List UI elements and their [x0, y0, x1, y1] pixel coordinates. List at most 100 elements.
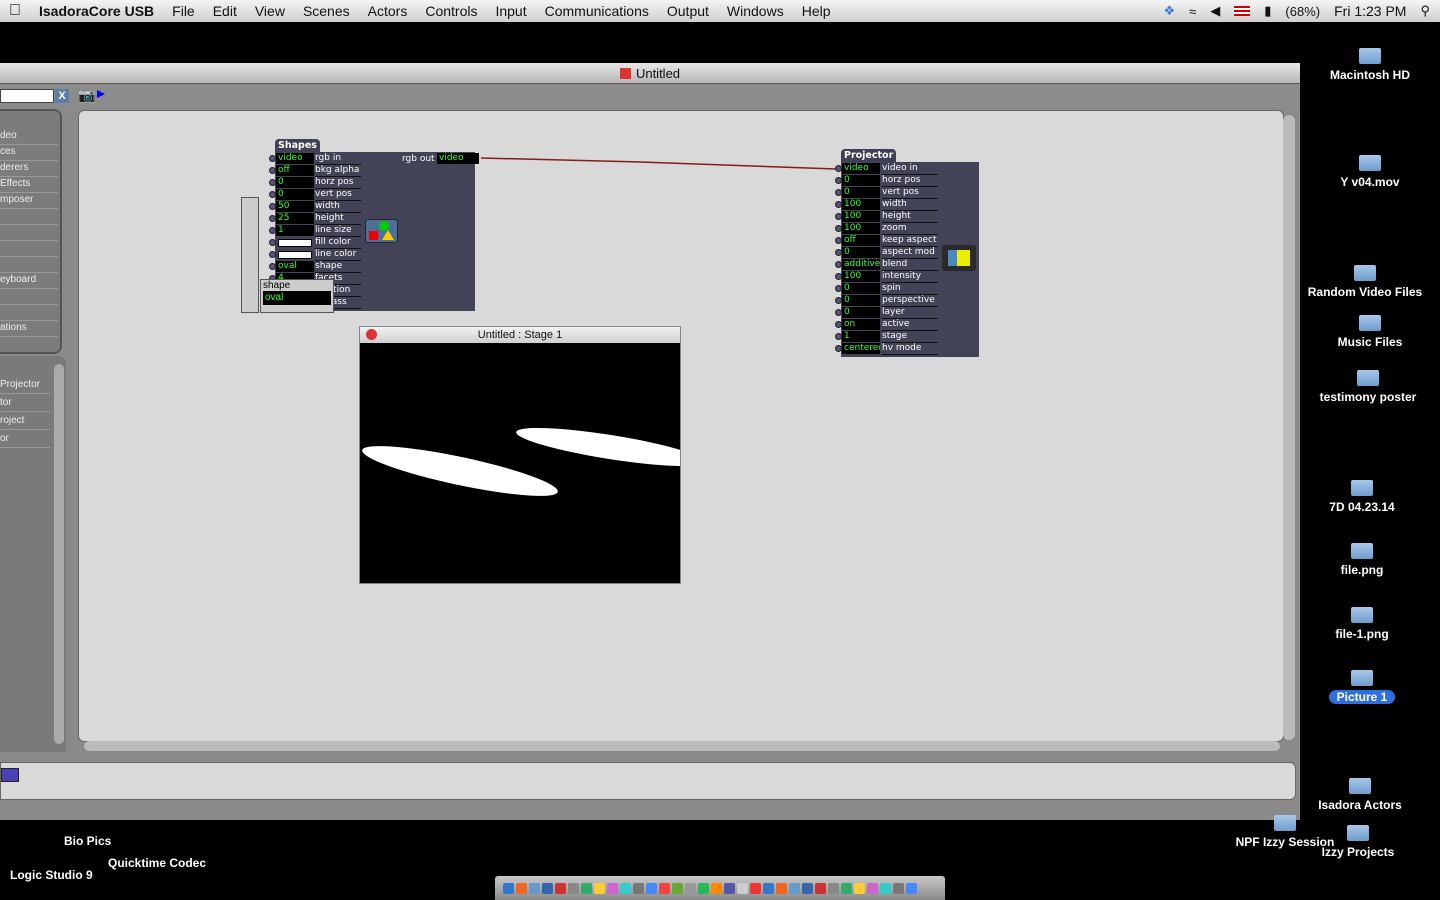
input-port[interactable] — [835, 261, 842, 268]
shape-control[interactable]: shape oval — [241, 197, 335, 313]
input-port[interactable] — [835, 165, 842, 172]
input-video-in[interactable]: video video in — [835, 163, 979, 175]
projector-actor[interactable]: Projector video video in 0 horz pos 0 vert po… — [835, 149, 979, 357]
desktop-item[interactable]: Music Files — [1305, 315, 1435, 349]
actor-title[interactable]: Shapes — [275, 139, 320, 152]
dock-app-icon[interactable] — [776, 882, 787, 894]
input-perspective[interactable]: 0 perspective — [835, 295, 979, 307]
input-port[interactable] — [835, 225, 842, 232]
desktop-item[interactable]: Bio Pics — [64, 834, 111, 848]
input-port[interactable] — [835, 201, 842, 208]
actor-title[interactable]: Projector — [841, 149, 897, 162]
input-port[interactable] — [835, 273, 842, 280]
input-port[interactable] — [835, 321, 842, 328]
dock-app-icon[interactable] — [880, 882, 891, 894]
input-port[interactable] — [835, 345, 842, 352]
input-port[interactable] — [835, 297, 842, 304]
desktop-item[interactable]: testimony poster — [1303, 370, 1433, 404]
dock-app-icon[interactable] — [737, 882, 748, 894]
input-port[interactable] — [835, 249, 842, 256]
input-port[interactable] — [269, 179, 276, 186]
dock-app-icon[interactable] — [607, 882, 618, 894]
input-value[interactable]: 100 — [842, 223, 880, 234]
input-value[interactable]: additive — [842, 259, 880, 270]
desktop-item[interactable]: Logic Studio 9 — [10, 868, 93, 882]
input-value[interactable]: centered — [842, 343, 880, 354]
input-blend[interactable]: additive blend — [835, 259, 979, 271]
input-rgb-in[interactable]: video rgb in — [269, 153, 475, 165]
input-port[interactable] — [835, 177, 842, 184]
input-horz-pos[interactable]: 0 horz pos — [835, 175, 979, 187]
input-value[interactable]: 1 — [842, 331, 880, 342]
input-value[interactable]: off — [842, 235, 880, 246]
dock-app-icon[interactable] — [555, 882, 566, 894]
input-port[interactable] — [835, 309, 842, 316]
dock-app-icon[interactable] — [542, 882, 553, 894]
desktop-item[interactable]: 7D 04.23.14 — [1297, 480, 1427, 514]
input-vert-pos[interactable]: 0 vert pos — [835, 187, 979, 199]
dock-app-icon[interactable] — [698, 882, 709, 894]
dock-app-icon[interactable] — [568, 882, 579, 894]
dock-app-icon[interactable] — [906, 882, 917, 894]
desktop-item[interactable]: file-1.png — [1297, 607, 1427, 641]
input-value[interactable]: video — [276, 153, 314, 164]
input-layer[interactable]: 0 layer — [835, 307, 979, 319]
input-spin[interactable]: 0 spin — [835, 283, 979, 295]
desktop-item[interactable]: Random Video Files — [1300, 265, 1430, 299]
input-height[interactable]: 100 height — [835, 211, 979, 223]
input-port[interactable] — [269, 155, 276, 162]
input-value[interactable]: on — [842, 319, 880, 330]
input-value[interactable]: 100 — [842, 271, 880, 282]
input-value[interactable]: 0 — [842, 295, 880, 306]
desktop-item[interactable]: Izzy Projects — [1293, 825, 1423, 859]
input-width[interactable]: 100 width — [835, 199, 979, 211]
dock-app-icon[interactable] — [529, 882, 540, 894]
input-intensity[interactable]: 100 intensity — [835, 271, 979, 283]
dock-app-icon[interactable] — [841, 882, 852, 894]
input-port[interactable] — [835, 285, 842, 292]
control-handle[interactable] — [241, 197, 259, 313]
dock-app-icon[interactable] — [828, 882, 839, 894]
dock-app-icon[interactable] — [750, 882, 761, 894]
input-value[interactable]: 0 — [842, 175, 880, 186]
input-hv-mode[interactable]: centeredhv mode — [835, 343, 979, 355]
input-value[interactable]: 0 — [842, 247, 880, 258]
desktop-item[interactable]: Picture 1 — [1297, 670, 1427, 704]
dock-app-icon[interactable] — [685, 882, 696, 894]
input-zoom[interactable]: 100 zoom — [835, 223, 979, 235]
desktop-item[interactable]: Quicktime Codec — [108, 856, 206, 870]
input-value[interactable]: 100 — [842, 199, 880, 210]
dock-app-icon[interactable] — [516, 882, 527, 894]
input-port[interactable] — [835, 213, 842, 220]
dock-app-icon[interactable] — [815, 882, 826, 894]
dock-app-icon[interactable] — [659, 882, 670, 894]
input-value[interactable]: 0 — [842, 283, 880, 294]
dock-app-icon[interactable] — [646, 882, 657, 894]
dock-app-icon[interactable] — [724, 882, 735, 894]
input-aspect-mod[interactable]: 0 aspect mod — [835, 247, 979, 259]
dock-app-icon[interactable] — [789, 882, 800, 894]
dock-app-icon[interactable] — [581, 882, 592, 894]
dock-app-icon[interactable] — [672, 882, 683, 894]
input-port[interactable] — [269, 167, 276, 174]
input-active[interactable]: on active — [835, 319, 979, 331]
stage-titlebar[interactable]: Untitled : Stage 1 — [360, 327, 680, 343]
dock-app-icon[interactable] — [893, 882, 904, 894]
dock-app-icon[interactable] — [633, 882, 644, 894]
stage-window[interactable]: Untitled : Stage 1 — [359, 326, 704, 584]
input-value[interactable]: 100 — [842, 211, 880, 222]
input-value[interactable]: 0 — [276, 177, 314, 188]
input-horz-pos[interactable]: 0 horz pos — [269, 177, 475, 189]
input-stage[interactable]: 1 stage — [835, 331, 979, 343]
dock-app-icon[interactable] — [711, 882, 722, 894]
dock-app-icon[interactable] — [594, 882, 605, 894]
dock-app-icon[interactable] — [503, 882, 514, 894]
input-value[interactable]: off — [276, 165, 314, 176]
desktop-item[interactable]: Macintosh HD — [1305, 48, 1435, 82]
dock-app-icon[interactable] — [802, 882, 813, 894]
input-port[interactable] — [835, 189, 842, 196]
control-value[interactable]: oval — [263, 291, 331, 305]
input-value[interactable]: video — [842, 163, 880, 174]
desktop-item[interactable]: file.png — [1297, 543, 1427, 577]
close-icon[interactable] — [366, 329, 377, 340]
